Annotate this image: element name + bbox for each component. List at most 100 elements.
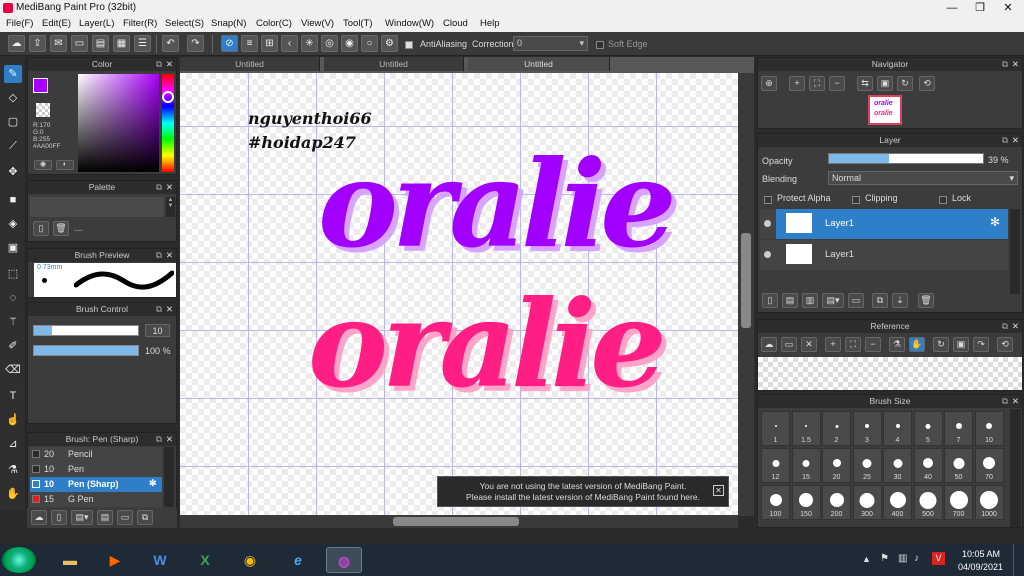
lasso-tool-icon[interactable]: ◌ <box>4 289 22 307</box>
snap-settings-icon[interactable]: ⚙ <box>381 35 398 52</box>
radial-snap-icon[interactable]: ✳ <box>301 35 318 52</box>
operation-tool-icon[interactable]: ☝ <box>4 411 22 429</box>
document-tab-active[interactable]: Untitled <box>468 57 610 71</box>
brush-size-cell[interactable]: 400 <box>883 485 912 520</box>
drawing-canvas[interactable]: nguyenthoi66 #hoidap247 oralie oralie <box>180 73 738 516</box>
curve-snap-icon[interactable]: ○ <box>361 35 378 52</box>
move-tool-icon[interactable]: ✥ <box>4 163 22 181</box>
update-notice[interactable]: You are not using the latest version of … <box>437 476 729 507</box>
brush-size-value[interactable]: 10 <box>145 324 170 337</box>
brush-size-scrollbar[interactable] <box>1010 409 1021 527</box>
brush-size-cell[interactable]: 200 <box>822 485 851 520</box>
menu-filter[interactable]: Filter(R) <box>123 18 157 29</box>
eye-icon[interactable] <box>764 251 771 258</box>
close-icon[interactable]: ✕ <box>166 181 173 194</box>
select-pen-tool-icon[interactable]: ✐ <box>4 337 22 355</box>
soft-edge-checkbox[interactable] <box>596 39 604 49</box>
magic-wand-tool-icon[interactable]: ⚚ <box>4 313 22 331</box>
brush-size-cell[interactable]: 1 <box>761 411 790 446</box>
brush-size-cell[interactable]: 100 <box>761 485 790 520</box>
close-icon[interactable]: ✕ <box>1012 395 1019 408</box>
hand-icon[interactable]: ✋ <box>909 337 925 352</box>
hue-handle[interactable] <box>162 91 174 103</box>
popout-icon[interactable]: ⧉ <box>1002 320 1008 333</box>
hand-tool-icon[interactable]: ✋ <box>4 485 22 503</box>
flip-icon[interactable]: ⇆ <box>857 76 873 91</box>
brush-size-cell[interactable]: 10 <box>974 411 1004 446</box>
fill-rect-tool-icon[interactable]: ■ <box>4 191 22 209</box>
fit-icon[interactable]: ▣ <box>953 337 969 352</box>
blending-select[interactable]: Normal ▾ <box>828 171 1018 185</box>
menu-edit[interactable]: Edit(E) <box>42 18 71 29</box>
media-player-icon[interactable]: ▶ <box>97 547 133 573</box>
actual-size-icon[interactable]: ⛶ <box>809 76 825 91</box>
color-history-button[interactable]: ◉ <box>34 160 52 170</box>
cross-snap-icon[interactable]: ⊞ <box>261 35 278 52</box>
menu-layer[interactable]: Layer(L) <box>79 18 114 29</box>
antialiasing-checkbox[interactable] <box>405 39 413 49</box>
chat-icon[interactable]: ▭ <box>71 35 88 52</box>
actual-size-icon[interactable]: ⛶ <box>845 337 861 352</box>
brush-size-cell[interactable]: 40 <box>913 448 943 483</box>
concentric-snap-icon[interactable]: ◉ <box>341 35 358 52</box>
brush-item[interactable]: 10 Pen <box>30 462 162 477</box>
vanishing-point-icon[interactable]: ‹ <box>281 35 298 52</box>
brush-size-cell[interactable]: 150 <box>791 485 821 520</box>
menu-cloud[interactable]: Cloud <box>443 18 468 29</box>
document-icon[interactable]: ▤ <box>92 35 109 52</box>
brush-size-cell[interactable]: 15 <box>791 448 821 483</box>
parallel-snap-icon[interactable]: ≡ <box>241 35 258 52</box>
medibang-taskbar-icon[interactable]: ◍ <box>326 547 362 573</box>
merge-layer-icon[interactable]: ⇣ <box>892 293 908 308</box>
popout-icon[interactable]: ⧉ <box>156 58 162 71</box>
transparent-swatch[interactable] <box>36 103 50 117</box>
popout-icon[interactable]: ⧉ <box>156 433 162 446</box>
close-icon[interactable]: ✕ <box>166 58 173 71</box>
brush-size-cell[interactable]: 4 <box>883 411 912 446</box>
comment-icon[interactable]: ✉ <box>50 35 67 52</box>
reset-view-icon[interactable]: ⟲ <box>919 76 935 91</box>
brush-menu-icon[interactable]: ▤▾ <box>71 510 93 525</box>
popout-icon[interactable]: ⧉ <box>156 249 162 262</box>
close-reference-icon[interactable]: ✕ <box>801 337 817 352</box>
popout-icon[interactable]: ⧉ <box>156 303 162 316</box>
bucket-tool-icon[interactable]: ◈ <box>4 215 22 233</box>
brush-list-scrollbar[interactable] <box>164 447 174 507</box>
new-halftone-layer-icon[interactable]: ▤ <box>782 293 798 308</box>
divide-tool-icon[interactable]: ⊿ <box>4 435 22 453</box>
close-button[interactable]: ✕ <box>994 0 1022 17</box>
primary-color-swatch[interactable] <box>33 78 48 93</box>
redo-icon[interactable]: ↷ <box>187 35 204 52</box>
folder-icon[interactable]: ▭ <box>848 293 864 308</box>
rotate-icon[interactable]: ↻ <box>897 76 913 91</box>
snap-off-icon[interactable]: ⊘ <box>221 35 238 52</box>
brush-tool-icon[interactable]: ✎ <box>4 65 22 83</box>
close-icon[interactable]: ✕ <box>1012 134 1019 147</box>
brush-size-cell[interactable]: 5 <box>913 411 943 446</box>
dot-tool-icon[interactable]: ▢ <box>4 113 22 131</box>
menu-file[interactable]: File(F) <box>6 18 33 29</box>
list-icon[interactable]: ☰ <box>134 35 151 52</box>
document-tab[interactable]: Untitled <box>324 57 464 71</box>
popout-icon[interactable]: ⧉ <box>1002 134 1008 147</box>
menu-color[interactable]: Color(C) <box>256 18 292 29</box>
saturation-value-picker[interactable] <box>78 74 159 172</box>
navigator-thumbnail[interactable]: oralie oralie <box>868 95 902 125</box>
lock-checkbox[interactable] <box>939 194 947 204</box>
eyedropper-icon[interactable]: ⚗ <box>889 337 905 352</box>
brush-size-cell[interactable]: 50 <box>944 448 973 483</box>
delete-palette-icon[interactable]: 🗑 <box>53 221 69 236</box>
gear-icon[interactable]: ✻ <box>990 215 1000 229</box>
pen-tool-icon[interactable]: ⟋ <box>4 137 22 155</box>
zoom-out-icon[interactable]: − <box>829 76 845 91</box>
zoom-fit-icon[interactable]: ⊕ <box>761 76 777 91</box>
notice-close-icon[interactable]: ✕ <box>713 485 724 496</box>
palette-swatches[interactable] <box>30 197 164 217</box>
eye-icon[interactable] <box>764 220 771 227</box>
word-icon[interactable]: W <box>142 547 178 573</box>
maximize-button[interactable]: ❐ <box>966 0 994 17</box>
tray-network-icon[interactable]: ▥ <box>898 553 907 564</box>
tray-volume-icon[interactable]: ♪ <box>914 553 919 564</box>
close-icon[interactable]: ✕ <box>166 433 173 446</box>
protect-alpha-checkbox[interactable] <box>764 194 772 204</box>
